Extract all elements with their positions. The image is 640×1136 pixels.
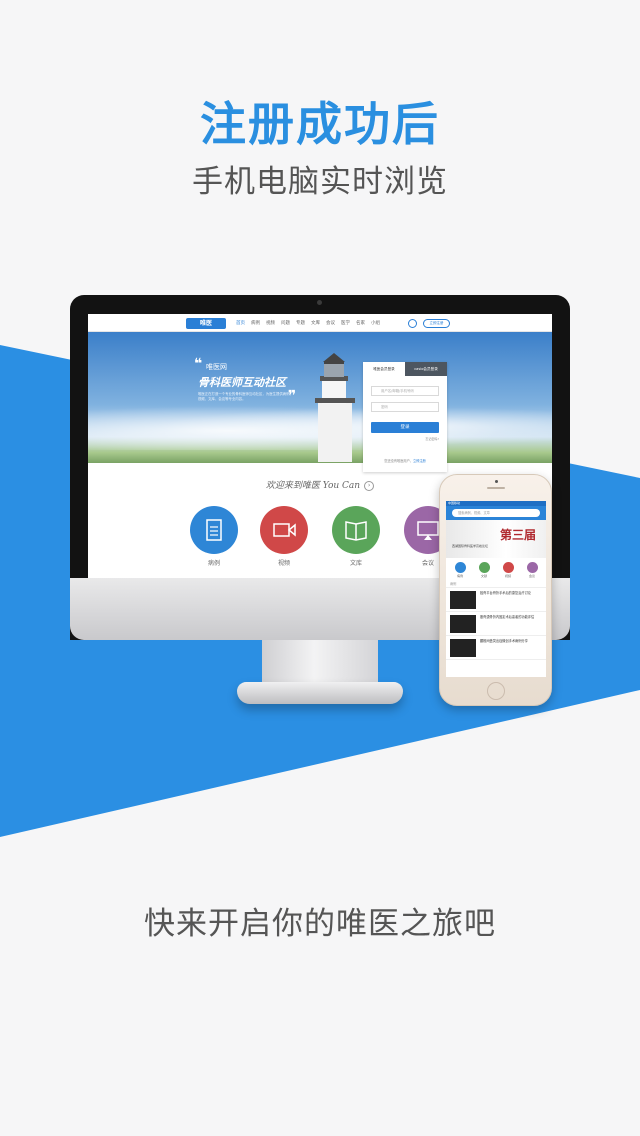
mobile-cat-videos[interactable]: 视频 — [498, 562, 518, 580]
nav-item-topics[interactable]: 专题 — [296, 320, 305, 326]
username-field[interactable]: 用户名/邮箱/手机号码 — [371, 386, 439, 396]
mobile-category-icons: 病例 文献 视频 会议 — [446, 558, 546, 580]
nav-item-videos[interactable]: 视频 — [266, 320, 275, 326]
app-promo-screen: 注册成功后 手机电脑实时浏览 唯医 首页 病例 视频 问题 专题 文库 会议 医… — [0, 0, 640, 1136]
nav-item-cases[interactable]: 病例 — [251, 320, 260, 326]
xray-thumbnail — [450, 615, 476, 633]
register-hint-text: 您还没有唯医用户， — [384, 459, 413, 463]
front-camera-icon — [495, 480, 498, 483]
quote-open-icon: ❝ — [194, 356, 203, 372]
list-item[interactable]: 腰椎间盘突出症微创手术病例分享 — [446, 636, 546, 660]
login-button[interactable]: 登录 — [371, 422, 439, 433]
video-camera-icon — [502, 562, 514, 573]
list-item[interactable]: 股骨颈骨折内固定术后患者的功能评估 — [446, 612, 546, 636]
mobile-banner[interactable]: 第三届 西湖国际骨科医学高峰论坛 — [446, 520, 546, 558]
page-subtitle: 手机电脑实时浏览 — [192, 164, 448, 200]
password-field[interactable]: 密码 — [371, 402, 439, 412]
nav-item-medicine[interactable]: 医学 — [341, 320, 350, 326]
nav-item-home[interactable]: 首页 — [236, 320, 245, 326]
page-title: 注册成功后 — [200, 97, 440, 151]
nav-item-groups[interactable]: 小组 — [371, 320, 380, 326]
library-feature-button[interactable] — [332, 506, 380, 554]
book-icon — [478, 562, 490, 573]
site-logo[interactable]: 唯医 — [186, 318, 226, 329]
hero-banner: ❝ 唯医网 骨科医师互动社区 ❞ 唯医正在打造一个专业的骨科医师互动社区，为医生… — [88, 332, 552, 472]
camera-icon — [317, 300, 322, 305]
clipboard-icon — [206, 519, 222, 541]
videos-feature-button[interactable] — [260, 506, 308, 554]
site-navbar: 唯医 首页 病例 视频 问题 专题 文库 会议 医学 名家 小组 立即注册 — [88, 314, 552, 332]
lighthouse-image — [315, 353, 355, 462]
register-button[interactable]: 立即注册 — [423, 319, 450, 328]
cases-feature-button[interactable] — [190, 506, 238, 554]
mobile-header: 搜索病例、视频、文章 — [446, 506, 546, 520]
login-panel: 唯医会员登录 casio会员登录 用户名/邮箱/手机号码 密码 登录 忘记密码?… — [363, 362, 447, 472]
video-camera-icon — [273, 523, 296, 537]
monitor-base — [237, 682, 403, 704]
nav-item-library[interactable]: 文库 — [311, 320, 320, 326]
mobile-cat-meetings[interactable]: 会议 — [522, 562, 542, 580]
nav-item-experts[interactable]: 名家 — [356, 320, 365, 326]
presentation-icon — [526, 562, 538, 573]
banner-subtitle: 西湖国际骨科医学高峰论坛 — [452, 544, 489, 548]
site-nav-items: 首页 病例 视频 问题 专题 文库 会议 医学 名家 小组 — [236, 320, 380, 326]
book-icon — [345, 521, 367, 541]
forgot-password-link[interactable]: 忘记密码? — [425, 437, 439, 441]
list-item[interactable]: 胫骨平台骨折手术后的康复治疗讨论 — [446, 588, 546, 612]
tab-member-login[interactable]: 唯医会员登录 — [363, 362, 405, 376]
mobile-app-screen: 中国移动 搜索病例、视频、文章 第三届 西湖国际骨科医学高峰论坛 病例 文献 视… — [446, 501, 546, 677]
banner-title: 第三届 — [499, 528, 536, 542]
earpiece-speaker — [487, 487, 505, 489]
hero-site-name: 唯医网 — [206, 363, 227, 371]
list-item-title: 胫骨平台骨折手术后的康复治疗讨论 — [480, 591, 531, 595]
feature-label-videos: 视频 — [277, 560, 290, 567]
mobile-cat-cases[interactable]: 病例 — [450, 562, 470, 580]
welcome-text: 欢迎来到唯医 You Can — [265, 481, 361, 491]
register-hint: 您还没有唯医用户，立即注册 — [363, 458, 447, 463]
monitor-stand — [262, 640, 378, 688]
feature-label-cases: 病例 — [207, 560, 220, 567]
clipboard-icon — [454, 562, 466, 573]
hero-title: 骨科医师互动社区 — [198, 376, 286, 389]
xray-thumbnail — [450, 591, 476, 609]
tab-other-login[interactable]: casio会员登录 — [405, 362, 447, 376]
login-tabs: 唯医会员登录 casio会员登录 — [363, 362, 447, 376]
mobile-cat-literature[interactable]: 文献 — [474, 562, 494, 580]
list-item-title: 腰椎间盘突出症微创手术病例分享 — [480, 639, 528, 643]
feature-label-library: 文库 — [349, 560, 362, 567]
mobile-section-title: 病例 — [446, 580, 546, 588]
smartphone: 中国移动 搜索病例、视频、文章 第三届 西湖国际骨科医学高峰论坛 病例 文献 视… — [439, 474, 552, 706]
mobile-cat-label: 会议 — [528, 574, 535, 578]
mobile-cat-label: 文献 — [480, 574, 487, 578]
arrow-right-icon[interactable]: › — [364, 480, 375, 491]
register-link[interactable]: 立即注册 — [413, 459, 426, 463]
mobile-cat-label: 视频 — [504, 574, 511, 578]
hero-description: 唯医正在打造一个专业的骨科医师互动社区，为医生提供病例、视频、文库、会议等专业内… — [198, 392, 293, 401]
list-item-title: 股骨颈骨折内固定术后患者的功能评估 — [480, 615, 535, 619]
home-button[interactable] — [487, 682, 505, 700]
xray-thumbnail — [450, 639, 476, 657]
call-to-action-text: 快来开启你的唯医之旅吧 — [144, 906, 496, 942]
search-icon[interactable] — [408, 319, 417, 328]
nav-item-questions[interactable]: 问题 — [281, 320, 290, 326]
mobile-cat-label: 病例 — [456, 574, 463, 578]
nav-item-meetings[interactable]: 会议 — [326, 320, 335, 326]
mobile-search-input[interactable]: 搜索病例、视频、文章 — [452, 509, 540, 517]
